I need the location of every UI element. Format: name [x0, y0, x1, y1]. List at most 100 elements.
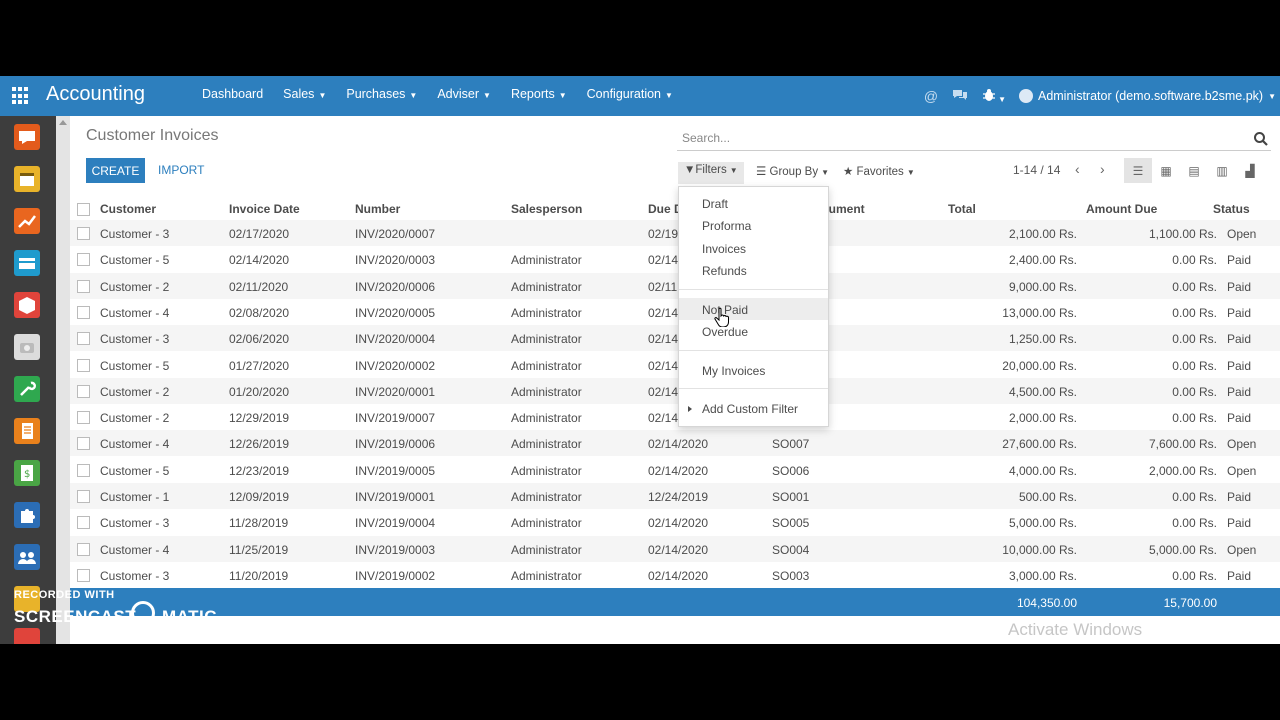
cell-amount-due: 0.00 Rs. — [1172, 253, 1217, 268]
divider — [679, 388, 828, 389]
table-row[interactable]: Customer - 4 02/08/2020 INV/2020/0005 Admin… — [70, 299, 1280, 325]
header-salesperson[interactable]: Salesperson — [511, 202, 582, 216]
table-row[interactable]: Customer - 2 12/29/2019 INV/2019/0007 Admin… — [70, 404, 1280, 430]
chart-icon[interactable] — [14, 208, 40, 234]
row-checkbox[interactable] — [77, 358, 90, 372]
menu-purchases[interactable]: Purchases ▼ — [336, 76, 427, 116]
table-row[interactable]: Customer - 3 02/06/2020 INV/2020/0004 Admin… — [70, 325, 1280, 352]
row-checkbox[interactable] — [77, 463, 90, 477]
search-input[interactable] — [677, 128, 1247, 148]
row-checkbox[interactable] — [77, 384, 90, 398]
row-checkbox[interactable] — [77, 490, 90, 503]
row-checkbox[interactable] — [77, 253, 90, 267]
pivot-view-icon[interactable]: ▥ — [1208, 158, 1236, 183]
scrollbar[interactable] — [56, 116, 70, 644]
wrench-icon[interactable] — [14, 376, 40, 402]
cell-number: INV/2019/0006 — [355, 437, 436, 452]
header-number[interactable]: Number — [355, 202, 400, 216]
row-checkbox[interactable] — [77, 542, 90, 556]
header-total[interactable]: Total — [948, 202, 976, 216]
header-status[interactable]: Status — [1213, 202, 1250, 216]
chat-icon[interactable] — [14, 124, 40, 150]
svg-text:$: $ — [24, 469, 30, 480]
apps-menu-icon[interactable] — [12, 87, 30, 105]
table-row[interactable]: Customer - 4 12/26/2019 INV/2019/0006 Admin… — [70, 430, 1280, 457]
row-checkbox[interactable] — [77, 227, 90, 240]
cell-amount-due: 0.00 Rs. — [1172, 516, 1217, 531]
kanban-view-icon[interactable]: ▦ — [1152, 158, 1180, 183]
filter-draft[interactable]: Draft — [702, 197, 728, 211]
calendar-view-icon[interactable]: ▤ — [1180, 158, 1208, 183]
puzzle-icon[interactable] — [14, 502, 40, 528]
header-invoice-date[interactable]: Invoice Date — [229, 202, 300, 216]
calendar-icon[interactable] — [14, 166, 40, 192]
table-row[interactable]: Customer - 2 01/20/2020 INV/2020/0001 Admin… — [70, 377, 1280, 404]
row-checkbox[interactable] — [77, 279, 90, 293]
chat-bubbles-icon[interactable] — [952, 88, 968, 105]
table-row[interactable]: Customer - 5 01/27/2020 INV/2020/0002 Admin… — [70, 352, 1280, 378]
cell-due-date: 02/14 — [648, 332, 679, 347]
graph-view-icon[interactable]: ▟ — [1236, 158, 1264, 183]
filter-overdue[interactable]: Overdue — [702, 325, 748, 339]
favorites-button[interactable]: ★ Favorites ▼ — [843, 164, 915, 178]
app-brand: Accounting — [46, 83, 145, 105]
table-row[interactable]: Customer - 4 11/25/2019 INV/2019/0003 Admin… — [70, 535, 1280, 562]
menu-adviser[interactable]: Adviser ▼ — [427, 76, 501, 116]
cell-salesperson: Administrator — [511, 437, 582, 452]
scroll-up-icon[interactable] — [59, 120, 67, 125]
create-button[interactable]: CREATE — [86, 158, 145, 183]
cell-status: Paid — [1227, 305, 1252, 320]
select-all-checkbox[interactable] — [77, 203, 90, 216]
list-view-icon[interactable]: ☰ — [1124, 158, 1152, 183]
document-icon[interactable] — [14, 418, 40, 444]
filter-proforma[interactable]: Proforma — [702, 219, 751, 233]
filters-button[interactable]: ▼Filters ▼ — [678, 162, 744, 184]
row-checkbox[interactable] — [77, 568, 90, 582]
hand-cursor-icon — [714, 307, 729, 327]
cell-customer: Customer - 4 — [100, 542, 170, 557]
groupby-button[interactable]: ☰ Group By ▼ — [756, 164, 829, 178]
menu-configuration[interactable]: Configuration ▼ — [577, 76, 683, 116]
table-row[interactable]: Customer - 2 02/11/2020 INV/2020/0006 Admin… — [70, 272, 1280, 299]
app-icon[interactable] — [14, 628, 40, 644]
header-amount-due[interactable]: Amount Due — [1086, 202, 1157, 216]
row-checkbox[interactable] — [77, 305, 90, 319]
search-icon[interactable] — [1253, 131, 1269, 147]
debug-bug-icon[interactable]: ▼ — [982, 88, 1006, 105]
table-row[interactable]: Customer - 3 02/17/2020 INV/2020/0007 02/19… — [70, 220, 1280, 246]
pager-value[interactable]: 1-14 / 14 — [1013, 163, 1060, 177]
user-name: Administrator (demo.software.b2sme.pk) — [1037, 89, 1264, 103]
user-menu[interactable]: Administrator (demo.software.b2sme.pk) ▼ — [1018, 89, 1276, 103]
table-row[interactable]: Customer - 3 11/28/2019 INV/2019/0004 Admin… — [70, 509, 1280, 535]
camera-icon[interactable] — [14, 334, 40, 360]
cell-total: 27,600.00 Rs. — [1002, 437, 1077, 452]
row-checkbox[interactable] — [77, 437, 90, 451]
cell-due-date: 02/14/2020 — [648, 516, 709, 531]
filter-invoices[interactable]: Invoices — [702, 242, 746, 256]
table-row[interactable]: Customer - 3 11/20/2019 INV/2019/0002 Admin… — [70, 562, 1280, 588]
pager-previous-icon[interactable]: ‹ — [1075, 161, 1080, 177]
table-row[interactable]: Customer - 5 02/14/2020 INV/2020/0003 Admin… — [70, 246, 1280, 272]
menu-dashboard[interactable]: Dashboard — [192, 76, 273, 116]
table-row[interactable]: Customer - 5 12/23/2019 INV/2019/0005 Admin… — [70, 457, 1280, 483]
filter-refunds[interactable]: Refunds — [702, 264, 747, 278]
import-button[interactable]: IMPORT — [158, 163, 204, 177]
row-checkbox[interactable] — [77, 411, 90, 425]
box-icon[interactable] — [14, 292, 40, 318]
spreadsheet-icon[interactable]: $ — [14, 460, 40, 486]
row-checkbox[interactable] — [77, 516, 90, 530]
menu-reports[interactable]: Reports ▼ — [501, 76, 577, 116]
menu-sales[interactable]: Sales ▼ — [273, 76, 336, 116]
pager-next-icon[interactable]: › — [1100, 161, 1105, 177]
cell-invoice-date: 12/29/2019 — [229, 411, 290, 426]
cell-amount-due: 0.00 Rs. — [1172, 305, 1217, 320]
row-checkbox[interactable] — [77, 332, 90, 346]
card-icon[interactable] — [14, 250, 40, 276]
header-customer[interactable]: Customer — [100, 202, 156, 216]
filter-my-invoices[interactable]: My Invoices — [702, 364, 765, 378]
add-custom-filter[interactable]: Add Custom Filter — [702, 402, 798, 416]
at-icon[interactable]: @ — [924, 88, 938, 104]
team-icon[interactable] — [14, 544, 40, 570]
table-row[interactable]: Customer - 1 12/09/2019 INV/2019/0001 Admin… — [70, 483, 1280, 509]
caret-down-icon: ▼ — [906, 168, 915, 177]
